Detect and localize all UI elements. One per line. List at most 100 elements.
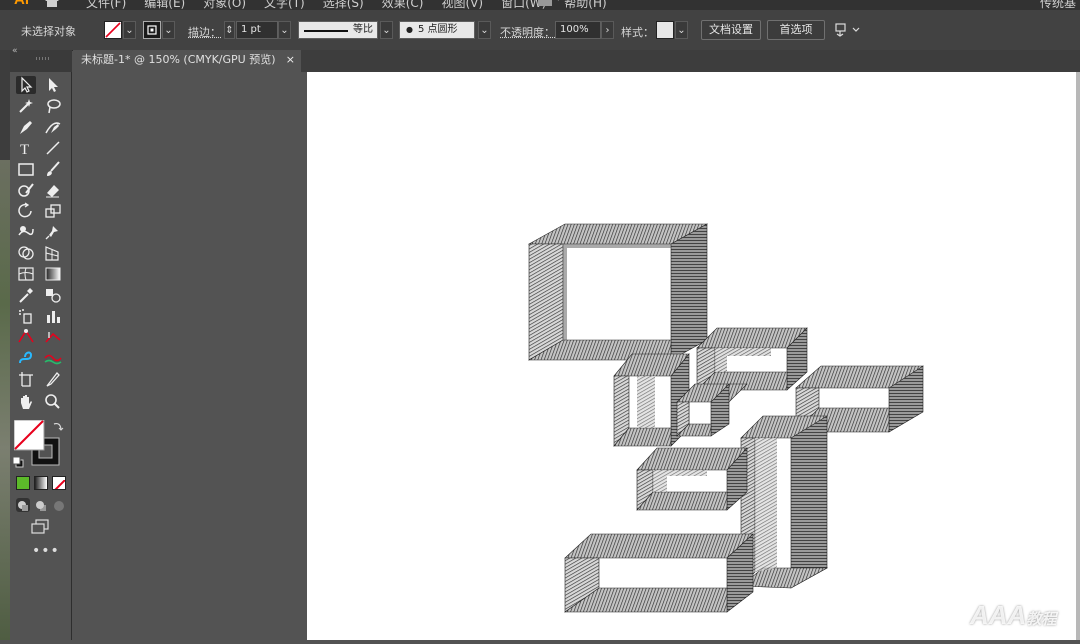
rectangle-tool-icon[interactable] <box>16 160 36 178</box>
document-setup-button[interactable]: 文档设置 <box>701 20 761 40</box>
slice-tool-icon[interactable] <box>43 370 63 388</box>
default-fill-stroke-icon[interactable] <box>12 456 24 468</box>
hand-tool-icon[interactable] <box>16 393 36 411</box>
rotate-tool-icon[interactable] <box>16 202 36 220</box>
toolbar-divider <box>71 72 72 640</box>
selection-tool-icon[interactable] <box>16 76 36 94</box>
eyedropper-tool-icon[interactable] <box>16 286 36 304</box>
brush-definition[interactable]: ● 5 点圆形 <box>399 21 475 39</box>
box-small-top-center[interactable] <box>696 327 808 391</box>
menu-list: 文件(F) 编辑(E) 对象(O) 文字(T) 选择(S) 效果(C) 视图(V… <box>86 0 607 10</box>
fill-dropdown[interactable]: ⌄ <box>123 21 136 39</box>
menu-view[interactable]: 视图(V) <box>441 0 483 10</box>
free-transform-tool-icon[interactable] <box>43 223 63 241</box>
opacity-field[interactable]: 100% <box>555 21 601 39</box>
preferences-button[interactable]: 首选项 <box>767 20 825 40</box>
document-tab[interactable]: 未标题-1* @ 150% (CMYK/GPU 预览) × <box>73 50 301 72</box>
profile-label: 等比 <box>353 24 373 35</box>
svg-text:T: T <box>20 142 29 157</box>
perspective-grid-tool-icon[interactable] <box>43 244 63 262</box>
home-icon[interactable] <box>44 0 60 8</box>
artboard[interactable] <box>307 72 1080 640</box>
stroke-dropdown[interactable]: ⌄ <box>162 21 175 39</box>
magic-wand-tool-icon[interactable] <box>16 97 36 115</box>
menu-help[interactable]: 帮助(H) <box>564 0 606 10</box>
paintbrush-tool-icon[interactable] <box>43 160 63 178</box>
collapse-icon[interactable]: « <box>12 46 18 56</box>
watermark-text: AAA <box>970 600 1027 630</box>
box-bottom-wide[interactable] <box>564 533 754 613</box>
toolbar-header[interactable]: « <box>10 46 72 72</box>
workspace-layout-icon[interactable] <box>538 0 552 6</box>
type-tool-icon[interactable]: T <box>16 139 36 157</box>
none-mode-icon[interactable] <box>52 476 66 490</box>
artboard-tool-icon[interactable] <box>16 370 36 388</box>
arrange-documents-icon[interactable] <box>834 22 860 38</box>
menu-file[interactable]: 文件(F) <box>86 0 126 10</box>
opacity-label-text: 不透明度 <box>500 26 544 39</box>
color-mode-icon[interactable] <box>16 476 30 490</box>
stroke-weight-dropdown[interactable]: ⌄ <box>278 21 291 39</box>
style-dropdown[interactable]: ⌄ <box>675 21 688 39</box>
box-middle-flat[interactable] <box>636 447 748 511</box>
gradient-tool-icon[interactable] <box>43 265 63 283</box>
scale-tool-icon[interactable] <box>43 202 63 220</box>
warp-tool-icon[interactable] <box>16 223 36 241</box>
curvature-tool-icon[interactable] <box>43 118 63 136</box>
document-tab-title: 未标题-1* @ 150% (CMYK/GPU 预览) <box>81 53 276 66</box>
artwork[interactable] <box>307 72 1080 640</box>
shape-builder-tool-icon[interactable] <box>16 244 36 262</box>
line-segment-tool-icon[interactable] <box>43 139 63 157</box>
draw-inside-icon[interactable] <box>52 498 66 512</box>
smooth-tool-icon[interactable] <box>16 349 36 367</box>
screen-mode-icon[interactable] <box>30 518 50 534</box>
stroke-weight-stepper[interactable]: ⇕ <box>224 21 235 39</box>
workspace-name[interactable]: 传统基 <box>1040 0 1076 10</box>
menu-select[interactable]: 选择(S) <box>323 0 364 10</box>
stroke-weight-field[interactable]: 1 pt <box>236 21 278 39</box>
edit-toolbar-more[interactable]: ••• <box>32 543 60 559</box>
box-tall-center-right[interactable] <box>740 415 829 589</box>
shaper-tool-icon[interactable] <box>16 181 36 199</box>
pen-tool-icon[interactable] <box>16 118 36 136</box>
brush-dropdown[interactable]: ⌄ <box>478 21 491 39</box>
lasso-tool-icon[interactable] <box>43 97 63 115</box>
opacity-arrow[interactable]: › <box>601 21 614 39</box>
stroke-swatch[interactable] <box>143 21 161 39</box>
fill-swatch[interactable] <box>104 21 122 39</box>
stroke-label[interactable]: 描边： <box>188 24 221 40</box>
menu-edit[interactable]: 编辑(E) <box>144 0 185 10</box>
blend-tool-icon[interactable] <box>43 286 63 304</box>
column-graph-tool-icon[interactable] <box>43 307 63 325</box>
symbol-sprayer-tool-icon[interactable] <box>16 307 36 325</box>
menu-bar: Ai 文件(F) 编辑(E) 对象(O) 文字(T) 选择(S) 效果(C) 视… <box>0 0 1080 10</box>
canvas-edge <box>1076 72 1080 640</box>
box-small-middle[interactable] <box>676 383 748 437</box>
zoom-tool-icon[interactable] <box>43 393 63 411</box>
grip-handle[interactable] <box>36 57 50 60</box>
draw-behind-icon[interactable] <box>34 498 48 512</box>
scissors-tool-icon[interactable] <box>43 328 63 346</box>
variable-width-profile[interactable]: 等比 <box>298 21 378 39</box>
join-tool-icon[interactable] <box>43 349 63 367</box>
stroke-label-text: 描边 <box>188 26 210 39</box>
draw-normal-icon[interactable] <box>16 498 30 512</box>
menu-type[interactable]: 文字(T) <box>264 0 305 10</box>
profile-dropdown[interactable]: ⌄ <box>380 21 393 39</box>
width-tool-icon[interactable] <box>16 328 36 346</box>
selection-status: 未选择对象 <box>21 25 76 38</box>
eraser-tool-icon[interactable] <box>43 181 63 199</box>
menu-effect[interactable]: 效果(C) <box>382 0 424 10</box>
direct-selection-tool-icon[interactable] <box>43 76 63 94</box>
mesh-tool-icon[interactable] <box>16 265 36 283</box>
menu-object[interactable]: 对象(O) <box>203 0 246 10</box>
close-icon[interactable]: × <box>286 50 295 70</box>
box-large-top-left[interactable] <box>527 223 709 361</box>
graphic-style-swatch[interactable] <box>656 21 674 39</box>
swap-fill-stroke-icon[interactable] <box>52 420 64 432</box>
chevron-down-icon[interactable]: ▾ <box>556 0 561 4</box>
brush-label: 5 点圆形 <box>418 24 458 35</box>
gradient-mode-icon[interactable] <box>34 476 48 490</box>
opacity-label[interactable]: 不透明度： <box>500 24 555 40</box>
style-label: 样式： <box>621 26 654 39</box>
